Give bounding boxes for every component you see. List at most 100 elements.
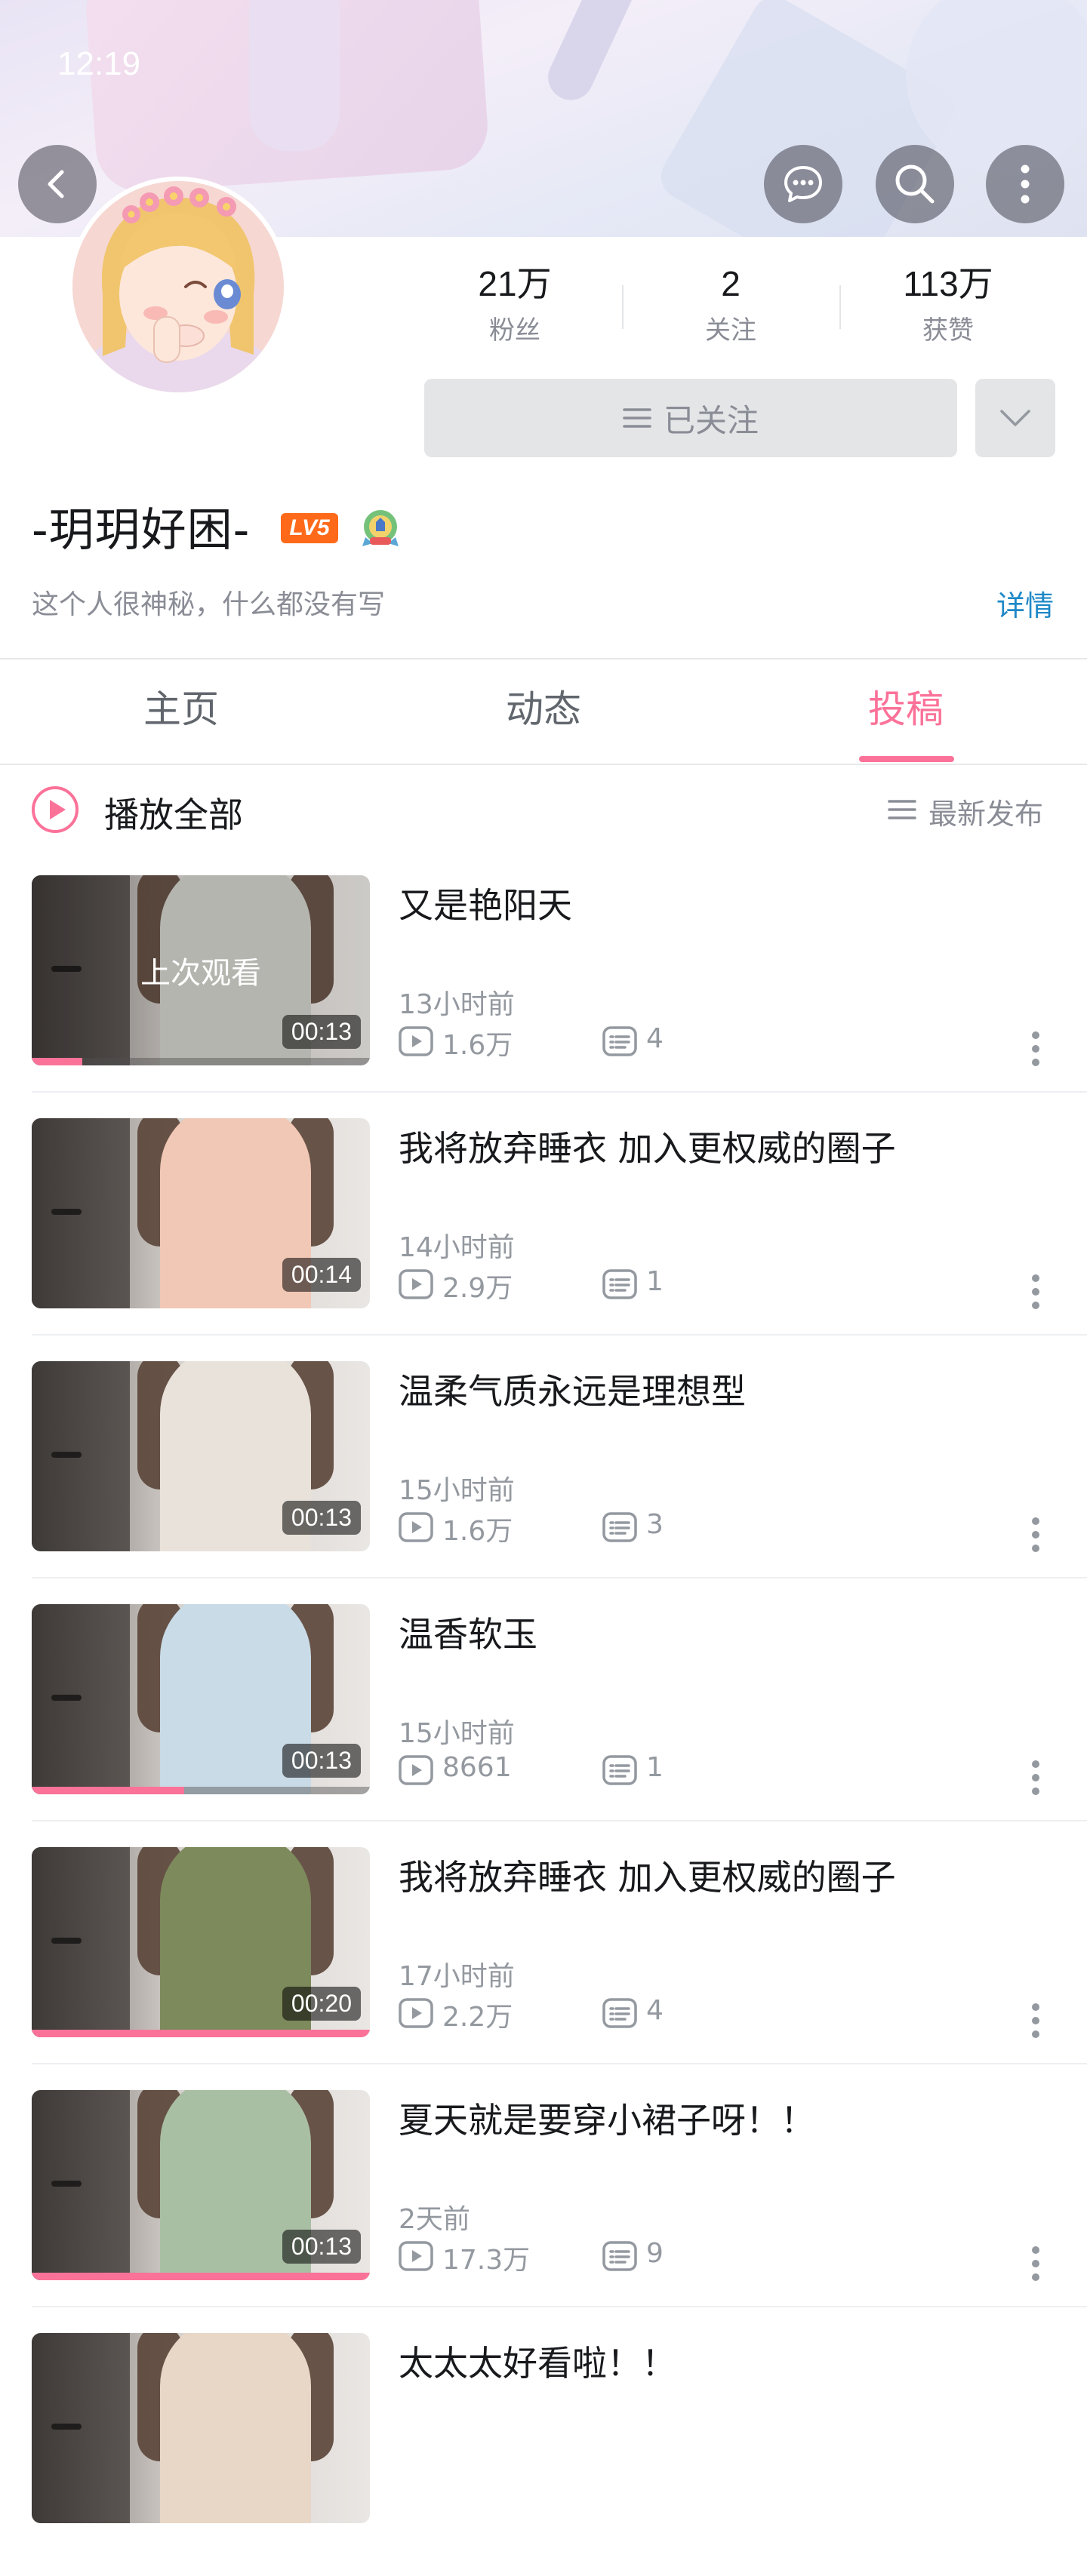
list-divider [32, 1577, 1087, 1578]
video-title[interactable]: 温柔气质永远是理想型 [399, 1364, 746, 1414]
divider [0, 658, 1087, 659]
video-view-count: 17.3万 [442, 2245, 531, 2276]
play-count-icon [399, 1755, 433, 1788]
video-list-item[interactable]: 00:20 我将放弃睡衣 加入更权威的圈子 17小时前 2.2万 4 [0, 1847, 1087, 2090]
play-count-icon [399, 1269, 433, 1302]
thumbnail-door-handle [51, 2181, 82, 2187]
video-upload-time: 15小时前 [399, 1718, 515, 1749]
danmaku-count-icon [602, 1512, 637, 1545]
tab-dynamics[interactable]: 动态 [362, 679, 725, 739]
stat-label: 获赞 [922, 315, 974, 346]
video-title[interactable]: 夏天就是要穿小裙子呀！！ [399, 2093, 815, 2143]
search-icon [895, 164, 935, 204]
video-thumbnail[interactable]: 00:20 [32, 1847, 370, 2037]
more-vertical-icon[interactable] [1031, 1031, 1040, 1073]
stat-following[interactable]: 2 关注 [655, 261, 806, 355]
list-divider [32, 1334, 1087, 1336]
more-vertical-icon[interactable] [1031, 2246, 1040, 2288]
divider [0, 764, 1087, 765]
video-upload-time: 13小时前 [399, 989, 515, 1020]
thumbnail-dress [160, 2333, 311, 2523]
video-title[interactable]: 又是艳阳天 [399, 878, 572, 928]
stat-followers[interactable]: 21万 粉丝 [439, 261, 590, 355]
video-danmaku-count: 1 [646, 1266, 664, 1297]
stat-value: 21万 [478, 264, 552, 303]
more-vertical-icon[interactable] [1031, 1274, 1040, 1316]
watch-progress-bar [32, 2273, 370, 2280]
detail-link[interactable]: 详情 [996, 583, 1054, 624]
video-thumbnail[interactable] [32, 2333, 370, 2523]
avatar[interactable] [72, 181, 284, 392]
danmaku-count-icon [602, 1998, 637, 2031]
video-thumbnail[interactable]: 00:14 [32, 1118, 370, 1308]
message-button[interactable] [764, 145, 842, 223]
status-bar-time: 12:19 [57, 45, 141, 82]
video-danmaku-count: 4 [646, 1995, 664, 2026]
video-danmaku-count: 3 [646, 1509, 664, 1540]
more-vertical-icon [1021, 164, 1030, 204]
video-danmaku-count: 9 [646, 2238, 664, 2269]
stat-value: 113万 [903, 264, 993, 303]
video-list-item[interactable]: 00:13 温柔气质永远是理想型 15小时前 1.6万 3 [0, 1361, 1087, 1604]
stat-label: 关注 [705, 315, 756, 346]
menu-lines-icon [623, 400, 651, 437]
play-count-icon [399, 1026, 433, 1059]
video-upload-time: 15小时前 [399, 1475, 515, 1506]
play-all-button[interactable]: 播放全部 [104, 788, 243, 838]
video-view-count: 2.9万 [442, 1273, 513, 1304]
tab-uploads[interactable]: 投稿 [725, 679, 1087, 739]
follow-dropdown-button[interactable] [975, 379, 1055, 457]
tab-home[interactable]: 主页 [0, 679, 362, 739]
danmaku-count-icon [602, 1026, 637, 1059]
video-thumbnail[interactable]: 00:13 [32, 1361, 370, 1551]
video-title[interactable]: 温香软玉 [399, 1607, 537, 1657]
list-divider [32, 1091, 1087, 1093]
video-list-item[interactable]: 00:14 我将放弃睡衣 加入更权威的圈子 14小时前 2.9万 1 [0, 1118, 1087, 1361]
play-circle-icon[interactable] [30, 785, 80, 835]
sort-button[interactable]: 最新发布 [928, 791, 1043, 832]
video-title[interactable]: 我将放弃睡衣 加入更权威的圈子 [399, 1850, 896, 1900]
username: -玥玥好困- [32, 504, 251, 557]
video-list-item[interactable]: 00:13 温香软玉 15小时前 8661 1 [0, 1604, 1087, 1847]
followed-button[interactable]: 已关注 [424, 379, 957, 457]
stat-divider [622, 285, 624, 329]
video-thumbnail[interactable]: 上次观看 00:13 [32, 875, 370, 1065]
video-upload-time: 2天前 [399, 2204, 470, 2235]
video-list-item[interactable]: 00:13 夏天就是要穿小裙子呀！！ 2天前 17.3万 9 [0, 2090, 1087, 2333]
watch-progress-bar [32, 2030, 370, 2037]
more-vertical-icon[interactable] [1031, 1517, 1040, 1559]
level-badge: LV5 [281, 513, 338, 543]
watch-progress-track [32, 1058, 370, 1065]
stat-label: 粉丝 [489, 315, 540, 346]
tab-active-indicator [859, 756, 954, 762]
video-title[interactable]: 太太太好看啦！！ [399, 2336, 676, 2386]
stat-divider [839, 285, 841, 329]
danmaku-count-icon [602, 1269, 637, 1302]
followed-button-label: 已关注 [663, 401, 759, 439]
play-count-icon [399, 1998, 433, 2031]
back-button[interactable] [18, 145, 97, 223]
watch-progress-bar [32, 1787, 184, 1794]
chat-bubble-icon [784, 166, 822, 202]
watch-progress-bar [32, 1058, 82, 1065]
video-thumbnail[interactable]: 00:13 [32, 2090, 370, 2280]
thumbnail-door-handle [51, 2424, 82, 2430]
more-vertical-icon[interactable] [1031, 2003, 1040, 2045]
video-title[interactable]: 我将放弃睡衣 加入更权威的圈子 [399, 1121, 896, 1171]
more-options-button[interactable] [986, 145, 1064, 223]
video-thumbnail[interactable]: 00:13 [32, 1604, 370, 1794]
video-upload-time: 14小时前 [399, 1232, 515, 1263]
stat-likes[interactable]: 113万 获赞 [873, 261, 1024, 355]
thumbnail-door-handle [51, 1209, 82, 1215]
thumbnail-door-handle [51, 1452, 82, 1458]
duration-badge: 00:13 [282, 1015, 361, 1049]
duration-badge: 00:14 [282, 1258, 361, 1292]
duration-badge: 00:13 [282, 2230, 361, 2264]
more-vertical-icon[interactable] [1031, 1760, 1040, 1802]
danmaku-count-icon [602, 2241, 637, 2274]
video-list-item[interactable]: 太太太好看啦！！ [0, 2333, 1087, 2576]
video-list-item[interactable]: 上次观看 00:13 又是艳阳天 13小时前 1.6万 4 [0, 875, 1087, 1118]
search-button[interactable] [876, 145, 954, 223]
medal-badge-icon[interactable] [359, 507, 402, 549]
danmaku-count-icon [602, 1755, 637, 1788]
